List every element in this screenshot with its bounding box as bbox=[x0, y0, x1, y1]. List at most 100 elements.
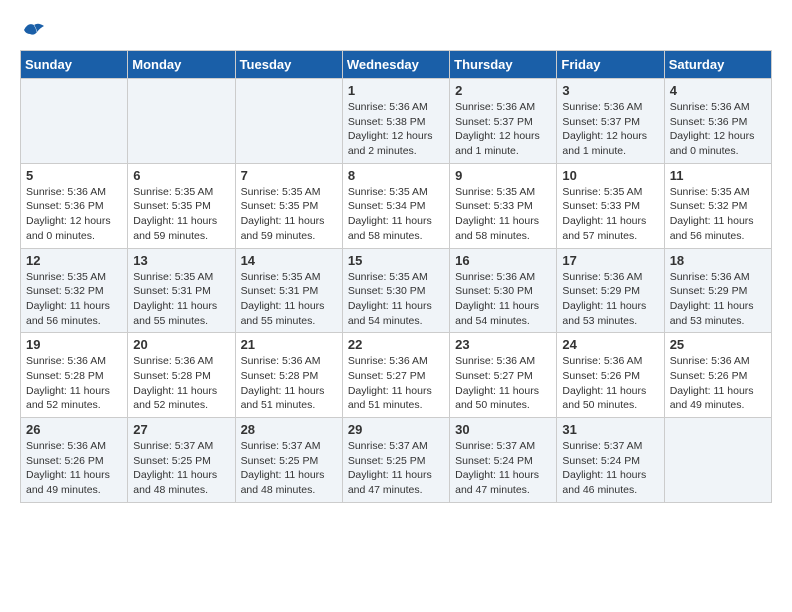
day-number: 23 bbox=[455, 337, 551, 352]
calendar-cell: 31 Sunrise: 5:37 AM Sunset: 5:24 PM Dayli… bbox=[557, 418, 664, 503]
calendar-cell: 4 Sunrise: 5:36 AM Sunset: 5:36 PM Daylig… bbox=[664, 79, 771, 164]
day-info: Sunrise: 5:36 AM Sunset: 5:26 PM Dayligh… bbox=[562, 354, 658, 413]
logo bbox=[20, 20, 46, 40]
calendar-cell: 27 Sunrise: 5:37 AM Sunset: 5:25 PM Dayli… bbox=[128, 418, 235, 503]
day-info: Sunrise: 5:37 AM Sunset: 5:24 PM Dayligh… bbox=[562, 439, 658, 498]
day-number: 4 bbox=[670, 83, 766, 98]
day-number: 26 bbox=[26, 422, 122, 437]
day-info: Sunrise: 5:36 AM Sunset: 5:28 PM Dayligh… bbox=[26, 354, 122, 413]
calendar-cell: 5 Sunrise: 5:36 AM Sunset: 5:36 PM Daylig… bbox=[21, 163, 128, 248]
day-number: 29 bbox=[348, 422, 444, 437]
day-info: Sunrise: 5:36 AM Sunset: 5:37 PM Dayligh… bbox=[562, 100, 658, 159]
weekday-header: Sunday bbox=[21, 51, 128, 79]
day-number: 24 bbox=[562, 337, 658, 352]
calendar-cell: 16 Sunrise: 5:36 AM Sunset: 5:30 PM Dayli… bbox=[450, 248, 557, 333]
day-number: 22 bbox=[348, 337, 444, 352]
weekday-header: Wednesday bbox=[342, 51, 449, 79]
day-number: 13 bbox=[133, 253, 229, 268]
calendar-cell: 7 Sunrise: 5:35 AM Sunset: 5:35 PM Daylig… bbox=[235, 163, 342, 248]
calendar-cell: 13 Sunrise: 5:35 AM Sunset: 5:31 PM Dayli… bbox=[128, 248, 235, 333]
weekday-header: Monday bbox=[128, 51, 235, 79]
calendar-cell bbox=[664, 418, 771, 503]
day-info: Sunrise: 5:37 AM Sunset: 5:24 PM Dayligh… bbox=[455, 439, 551, 498]
calendar-cell: 28Sunrise: 5:37 AM Sunset: 5:25 PM Dayli… bbox=[235, 418, 342, 503]
calendar-cell: 6 Sunrise: 5:35 AM Sunset: 5:35 PM Daylig… bbox=[128, 163, 235, 248]
day-number: 17 bbox=[562, 253, 658, 268]
calendar-cell: 22Sunrise: 5:36 AM Sunset: 5:27 PM Dayli… bbox=[342, 333, 449, 418]
calendar-cell: 19Sunrise: 5:36 AM Sunset: 5:28 PM Dayli… bbox=[21, 333, 128, 418]
day-info: Sunrise: 5:36 AM Sunset: 5:36 PM Dayligh… bbox=[670, 100, 766, 159]
day-info: Sunrise: 5:35 AM Sunset: 5:31 PM Dayligh… bbox=[133, 270, 229, 329]
weekday-header: Friday bbox=[557, 51, 664, 79]
calendar-cell: 11 Sunrise: 5:35 AM Sunset: 5:32 PM Dayli… bbox=[664, 163, 771, 248]
day-info: Sunrise: 5:36 AM Sunset: 5:38 PM Dayligh… bbox=[348, 100, 444, 159]
calendar-cell: 15 Sunrise: 5:35 AM Sunset: 5:30 PM Dayli… bbox=[342, 248, 449, 333]
day-info: Sunrise: 5:35 AM Sunset: 5:33 PM Dayligh… bbox=[455, 185, 551, 244]
calendar-table: SundayMondayTuesdayWednesdayThursdayFrid… bbox=[20, 50, 772, 503]
day-info: Sunrise: 5:35 AM Sunset: 5:33 PM Dayligh… bbox=[562, 185, 658, 244]
calendar-cell: 8 Sunrise: 5:35 AM Sunset: 5:34 PM Daylig… bbox=[342, 163, 449, 248]
day-number: 6 bbox=[133, 168, 229, 183]
day-number: 20 bbox=[133, 337, 229, 352]
day-number: 28 bbox=[241, 422, 337, 437]
weekday-header: Tuesday bbox=[235, 51, 342, 79]
day-number: 15 bbox=[348, 253, 444, 268]
calendar-cell: 18 Sunrise: 5:36 AM Sunset: 5:29 PM Dayli… bbox=[664, 248, 771, 333]
calendar-cell: 25 Sunrise: 5:36 AM Sunset: 5:26 PM Dayli… bbox=[664, 333, 771, 418]
day-number: 18 bbox=[670, 253, 766, 268]
day-info: Sunrise: 5:36 AM Sunset: 5:27 PM Dayligh… bbox=[455, 354, 551, 413]
day-info: Sunrise: 5:35 AM Sunset: 5:35 PM Dayligh… bbox=[241, 185, 337, 244]
day-number: 2 bbox=[455, 83, 551, 98]
calendar-cell bbox=[21, 79, 128, 164]
day-number: 8 bbox=[348, 168, 444, 183]
day-info: Sunrise: 5:37 AM Sunset: 5:25 PM Dayligh… bbox=[133, 439, 229, 498]
calendar-cell bbox=[128, 79, 235, 164]
page-header bbox=[20, 20, 772, 40]
weekday-header: Thursday bbox=[450, 51, 557, 79]
day-info: Sunrise: 5:37 AM Sunset: 5:25 PM Dayligh… bbox=[348, 439, 444, 498]
calendar-cell: 1 Sunrise: 5:36 AM Sunset: 5:38 PM Daylig… bbox=[342, 79, 449, 164]
calendar-week-row: 19Sunrise: 5:36 AM Sunset: 5:28 PM Dayli… bbox=[21, 333, 772, 418]
calendar-cell: 17Sunrise: 5:36 AM Sunset: 5:29 PM Dayli… bbox=[557, 248, 664, 333]
day-number: 11 bbox=[670, 168, 766, 183]
calendar-week-row: 1 Sunrise: 5:36 AM Sunset: 5:38 PM Daylig… bbox=[21, 79, 772, 164]
day-number: 1 bbox=[348, 83, 444, 98]
weekday-header: Saturday bbox=[664, 51, 771, 79]
day-number: 14 bbox=[241, 253, 337, 268]
day-info: Sunrise: 5:36 AM Sunset: 5:28 PM Dayligh… bbox=[133, 354, 229, 413]
calendar-cell: 30Sunrise: 5:37 AM Sunset: 5:24 PM Dayli… bbox=[450, 418, 557, 503]
logo-bird-icon bbox=[22, 20, 46, 40]
day-number: 3 bbox=[562, 83, 658, 98]
calendar-cell: 21Sunrise: 5:36 AM Sunset: 5:28 PM Dayli… bbox=[235, 333, 342, 418]
day-info: Sunrise: 5:36 AM Sunset: 5:28 PM Dayligh… bbox=[241, 354, 337, 413]
calendar-week-row: 5 Sunrise: 5:36 AM Sunset: 5:36 PM Daylig… bbox=[21, 163, 772, 248]
day-info: Sunrise: 5:35 AM Sunset: 5:35 PM Dayligh… bbox=[133, 185, 229, 244]
day-info: Sunrise: 5:35 AM Sunset: 5:30 PM Dayligh… bbox=[348, 270, 444, 329]
day-number: 10 bbox=[562, 168, 658, 183]
day-number: 9 bbox=[455, 168, 551, 183]
calendar-cell: 23 Sunrise: 5:36 AM Sunset: 5:27 PM Dayli… bbox=[450, 333, 557, 418]
weekday-header-row: SundayMondayTuesdayWednesdayThursdayFrid… bbox=[21, 51, 772, 79]
day-number: 12 bbox=[26, 253, 122, 268]
calendar-cell: 10 Sunrise: 5:35 AM Sunset: 5:33 PM Dayli… bbox=[557, 163, 664, 248]
calendar-cell: 14 Sunrise: 5:35 AM Sunset: 5:31 PM Dayli… bbox=[235, 248, 342, 333]
day-number: 16 bbox=[455, 253, 551, 268]
day-info: Sunrise: 5:35 AM Sunset: 5:34 PM Dayligh… bbox=[348, 185, 444, 244]
day-info: Sunrise: 5:36 AM Sunset: 5:26 PM Dayligh… bbox=[670, 354, 766, 413]
calendar-cell bbox=[235, 79, 342, 164]
day-info: Sunrise: 5:35 AM Sunset: 5:31 PM Dayligh… bbox=[241, 270, 337, 329]
day-info: Sunrise: 5:36 AM Sunset: 5:26 PM Dayligh… bbox=[26, 439, 122, 498]
calendar-cell: 24 Sunrise: 5:36 AM Sunset: 5:26 PM Dayli… bbox=[557, 333, 664, 418]
day-number: 7 bbox=[241, 168, 337, 183]
calendar-cell: 26 Sunrise: 5:36 AM Sunset: 5:26 PM Dayli… bbox=[21, 418, 128, 503]
day-number: 31 bbox=[562, 422, 658, 437]
calendar-cell: 29 Sunrise: 5:37 AM Sunset: 5:25 PM Dayli… bbox=[342, 418, 449, 503]
day-info: Sunrise: 5:36 AM Sunset: 5:36 PM Dayligh… bbox=[26, 185, 122, 244]
day-number: 5 bbox=[26, 168, 122, 183]
day-info: Sunrise: 5:35 AM Sunset: 5:32 PM Dayligh… bbox=[670, 185, 766, 244]
calendar-week-row: 26 Sunrise: 5:36 AM Sunset: 5:26 PM Dayli… bbox=[21, 418, 772, 503]
day-info: Sunrise: 5:36 AM Sunset: 5:29 PM Dayligh… bbox=[670, 270, 766, 329]
day-info: Sunrise: 5:36 AM Sunset: 5:30 PM Dayligh… bbox=[455, 270, 551, 329]
day-number: 27 bbox=[133, 422, 229, 437]
day-number: 25 bbox=[670, 337, 766, 352]
